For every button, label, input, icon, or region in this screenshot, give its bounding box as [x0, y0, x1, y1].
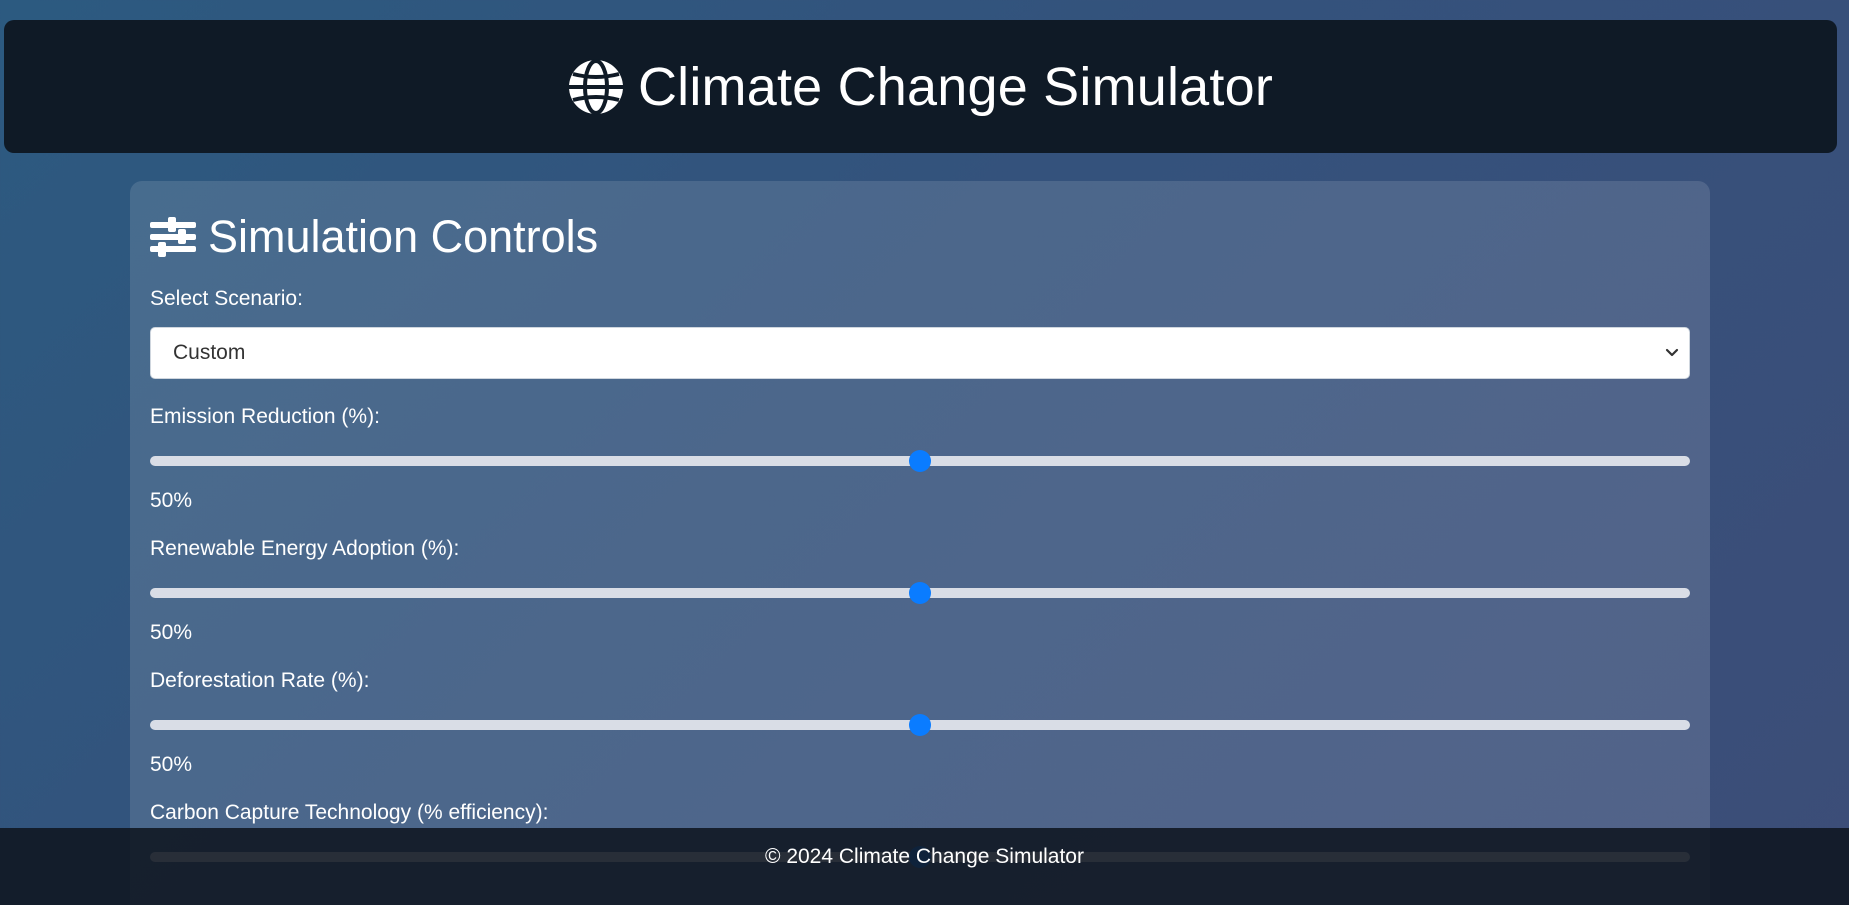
scenario-label: Select Scenario:: [150, 287, 303, 310]
deforestation-rate-control: Deforestation Rate (%): 50%: [150, 669, 1690, 777]
slider-thumb[interactable]: [909, 450, 931, 472]
page-title: Climate Change Simulator: [568, 56, 1273, 118]
sliders-icon: [150, 217, 196, 257]
renewable-energy-label: Renewable Energy Adoption (%):: [150, 537, 460, 560]
slider-thumb[interactable]: [909, 582, 931, 604]
scenario-select[interactable]: Custom: [150, 327, 1690, 379]
deforestation-rate-label: Deforestation Rate (%):: [150, 669, 370, 692]
slider-thumb[interactable]: [909, 714, 931, 736]
renewable-energy-value: 50%: [150, 621, 193, 644]
globe-icon: [568, 58, 624, 115]
scenario-selected-value: Custom: [173, 341, 246, 364]
app-title: Climate Change Simulator: [637, 56, 1274, 117]
emission-reduction-label: Emission Reduction (%):: [150, 405, 380, 428]
app-header: Climate Change Simulator: [4, 20, 1837, 153]
renewable-energy-control: Renewable Energy Adoption (%): 50%: [150, 537, 1690, 645]
chevron-down-icon: [1665, 348, 1679, 358]
footer-copyright: © 2024 Climate Change Simulator: [765, 845, 1084, 868]
deforestation-rate-slider[interactable]: [150, 713, 1690, 737]
renewable-energy-slider[interactable]: [150, 581, 1690, 605]
simulation-controls-panel: Simulation Controls Select Scenario: Cus…: [130, 181, 1710, 905]
carbon-capture-label: Carbon Capture Technology (% efficiency)…: [150, 801, 549, 824]
panel-title: Simulation Controls: [150, 209, 1690, 265]
emission-reduction-slider[interactable]: [150, 449, 1690, 473]
page-footer: © 2024 Climate Change Simulator: [0, 828, 1849, 905]
panel-title-text: Simulation Controls: [208, 211, 599, 262]
emission-reduction-value: 50%: [150, 489, 193, 512]
deforestation-rate-value: 50%: [150, 753, 193, 776]
emission-reduction-control: Emission Reduction (%): 50%: [150, 405, 1690, 513]
